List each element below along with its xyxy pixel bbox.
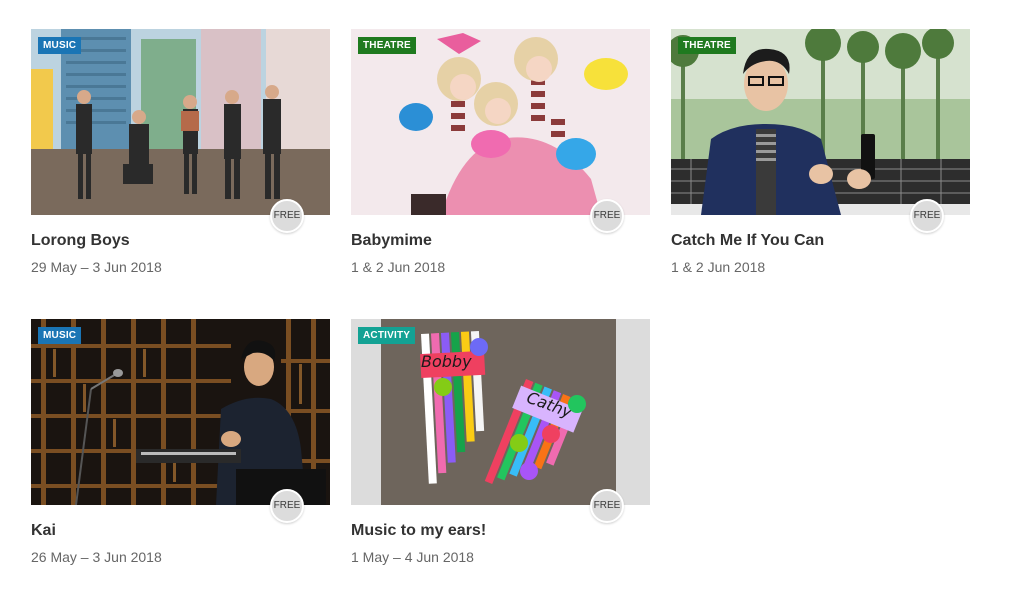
event-dates: 1 & 2 Jun 2018 [351, 259, 446, 275]
event-image-catch-me-if-you-can[interactable]: THEATRE [671, 29, 970, 215]
event-grid: MUSIC FREE Lorong Boys 29 May – 3 Jun 20… [31, 29, 971, 565]
event-image-music-to-my-ears[interactable]: Bobby Cathy ACTIVITY [351, 319, 650, 505]
free-badge: FREE [590, 199, 624, 233]
event-image-babymime[interactable]: THEATRE [351, 29, 650, 215]
event-card-kai[interactable]: MUSIC FREE Kai 26 May – 3 Jun 2018 [31, 319, 330, 565]
event-title[interactable]: Music to my ears! [351, 522, 486, 540]
free-badge: FREE [910, 199, 944, 233]
event-card-catch-me-if-you-can[interactable]: THEATRE FREE Catch Me If You Can 1 & 2 J… [671, 29, 970, 275]
event-title[interactable]: Babymime [351, 232, 432, 250]
name-tag-bobby: Bobby [421, 352, 472, 371]
event-card-music-to-my-ears[interactable]: Bobby Cathy ACTIVITY FREE Music to my ea… [351, 319, 650, 565]
event-dates: 1 May – 4 Jun 2018 [351, 549, 474, 565]
category-tag: MUSIC [38, 327, 82, 344]
event-dates: 29 May – 3 Jun 2018 [31, 259, 162, 275]
category-tag: THEATRE [358, 37, 416, 54]
event-image-kai[interactable]: MUSIC [31, 319, 330, 505]
category-tag: THEATRE [678, 37, 736, 54]
event-dates: 26 May – 3 Jun 2018 [31, 549, 162, 565]
category-tag: ACTIVITY [358, 327, 416, 344]
event-title[interactable]: Kai [31, 522, 56, 540]
free-badge: FREE [590, 489, 624, 523]
event-title[interactable]: Lorong Boys [31, 232, 130, 250]
event-card-lorong-boys[interactable]: MUSIC FREE Lorong Boys 29 May – 3 Jun 20… [31, 29, 330, 275]
event-title[interactable]: Catch Me If You Can [671, 232, 824, 250]
category-tag: MUSIC [38, 37, 82, 54]
event-dates: 1 & 2 Jun 2018 [671, 259, 766, 275]
free-badge: FREE [270, 489, 304, 523]
event-image-lorong-boys[interactable]: MUSIC [31, 29, 330, 215]
free-badge: FREE [270, 199, 304, 233]
event-card-babymime[interactable]: THEATRE FREE Babymime 1 & 2 Jun 2018 [351, 29, 650, 275]
